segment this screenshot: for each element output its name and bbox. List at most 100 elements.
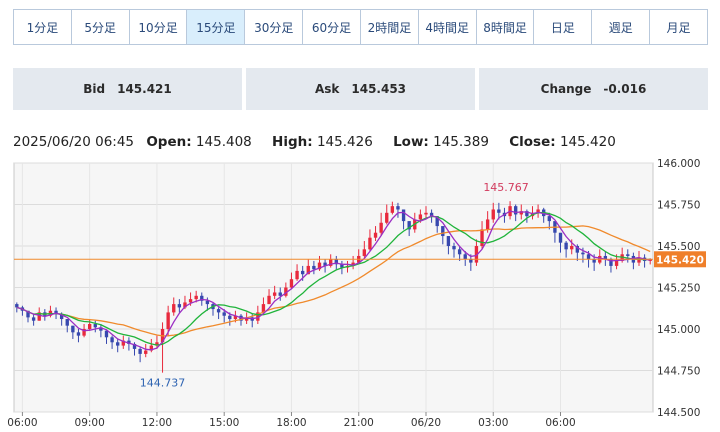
candle-body <box>144 350 148 354</box>
y-tick-label: 144.750 <box>657 366 700 378</box>
ask-box: Ask 145.453 <box>246 68 475 110</box>
candle-body <box>424 212 428 215</box>
candle-body <box>65 319 69 326</box>
high-annotation: 145.767 <box>483 181 529 194</box>
candle-body <box>586 254 591 260</box>
quote-panel: Bid 145.421 Ask 145.453 Change -0.016 <box>13 68 708 110</box>
open-value: 145.408 <box>195 134 252 150</box>
candle-body <box>104 330 109 338</box>
candle-body <box>379 222 383 233</box>
x-tick-label: 18:00 <box>276 417 306 429</box>
tab-4hour[interactable]: 4時間足 <box>419 10 477 44</box>
tab-15min[interactable]: 15分足 <box>187 10 246 44</box>
candle-body <box>110 337 114 343</box>
candle-body <box>570 246 574 250</box>
x-tick-label: 09:00 <box>75 417 105 429</box>
candle-body <box>93 324 97 328</box>
tab-2hour[interactable]: 2時間足 <box>361 10 419 44</box>
candlestick-chart[interactable]: 146.000 145.750 145.500 145.250 145.000 144.7… <box>0 150 720 432</box>
candle-body <box>418 214 423 220</box>
candle-body <box>76 332 81 336</box>
candle-body <box>626 254 630 256</box>
tab-5min[interactable]: 5分足 <box>72 10 130 44</box>
candle-body <box>267 295 271 305</box>
candle-body <box>172 304 176 313</box>
close-label: Close: <box>509 134 556 150</box>
x-tick-label: 15:00 <box>209 417 239 429</box>
open-label: Open: <box>146 134 192 150</box>
candle-body <box>166 312 170 329</box>
candle-body <box>401 209 406 222</box>
tab-10min[interactable]: 10分足 <box>130 10 188 44</box>
x-tick-label: 21:00 <box>344 417 374 429</box>
candle-body <box>177 304 182 308</box>
candle-body <box>396 206 400 210</box>
ohlc-open: Open: 145.408 <box>146 134 259 150</box>
change-box: Change -0.016 <box>479 68 708 110</box>
x-tick-label: 12:00 <box>142 417 172 429</box>
ohlc-low: Low: 145.389 <box>393 134 497 150</box>
candle-body <box>272 292 277 296</box>
candle-body <box>441 226 445 237</box>
candle-body <box>452 246 456 250</box>
tab-8hour[interactable]: 8時間足 <box>477 10 535 44</box>
tab-30min[interactable]: 30分足 <box>245 10 304 44</box>
low-label: Low: <box>393 134 429 150</box>
candle-body <box>457 249 462 255</box>
candle-body <box>446 236 451 246</box>
high-value: 145.426 <box>316 134 373 150</box>
ask-value: 145.453 <box>351 82 407 96</box>
candle-body <box>463 254 467 260</box>
bid-value: 145.421 <box>117 82 172 96</box>
candle-body <box>312 265 316 270</box>
tab-60min[interactable]: 60分足 <box>303 10 361 44</box>
candle-body <box>547 216 551 222</box>
candle-body <box>289 279 294 288</box>
candle-body <box>278 292 282 296</box>
change-label: Change <box>540 82 592 96</box>
ohlc-high: High: 145.426 <box>272 134 381 150</box>
candle-body <box>368 237 372 250</box>
ohlc-close: Close: 145.420 <box>509 134 624 150</box>
candle-body <box>480 229 484 246</box>
candle-body <box>373 232 378 238</box>
bid-box: Bid 145.421 <box>13 68 242 110</box>
bid-label: Bid <box>83 82 106 96</box>
candle-body <box>300 270 305 275</box>
x-tick-label: 06/20 <box>411 417 441 429</box>
candle-body <box>614 260 619 266</box>
candle-body <box>194 295 198 300</box>
y-tick-label: 144.500 <box>657 407 700 419</box>
x-tick-label: 06:00 <box>7 417 37 429</box>
x-tick-label: 06:00 <box>545 417 575 429</box>
candle-body <box>390 206 395 213</box>
candle-body <box>485 219 490 230</box>
candle-body <box>295 270 299 280</box>
tab-1min[interactable]: 1分足 <box>14 10 72 44</box>
candle-body <box>188 299 193 303</box>
change-value: -0.016 <box>603 82 647 96</box>
candle-body <box>87 324 92 329</box>
x-tick-label: 03:00 <box>478 417 508 429</box>
candle-body <box>138 348 142 354</box>
timeframe-tabs: 1分足 5分足 10分足 15分足 30分足 60分足 2時間足 4時間足 8時… <box>13 9 708 45</box>
candle-body <box>385 212 389 223</box>
tab-weekly[interactable]: 週足 <box>592 10 651 44</box>
tab-daily[interactable]: 日足 <box>534 10 593 44</box>
candle-body <box>71 325 75 333</box>
ohlc-readout: 2025/06/20 06:45 Open: 145.408 High: 145… <box>13 134 632 150</box>
candle-body <box>228 315 232 320</box>
candle-body <box>558 232 563 243</box>
high-label: High: <box>272 134 313 150</box>
candle-body <box>564 242 568 250</box>
close-value: 145.420 <box>559 134 616 150</box>
candle-body <box>513 206 518 215</box>
ohlc-datetime: 2025/06/20 06:45 <box>13 134 135 150</box>
candle-body <box>116 342 120 346</box>
tab-monthly[interactable]: 月足 <box>650 10 707 44</box>
y-tick-label: 145.500 <box>657 241 700 253</box>
low-value: 145.389 <box>433 134 489 150</box>
candle-body <box>581 252 585 255</box>
y-tick-label: 145.250 <box>657 283 700 295</box>
candle-body <box>15 304 19 308</box>
